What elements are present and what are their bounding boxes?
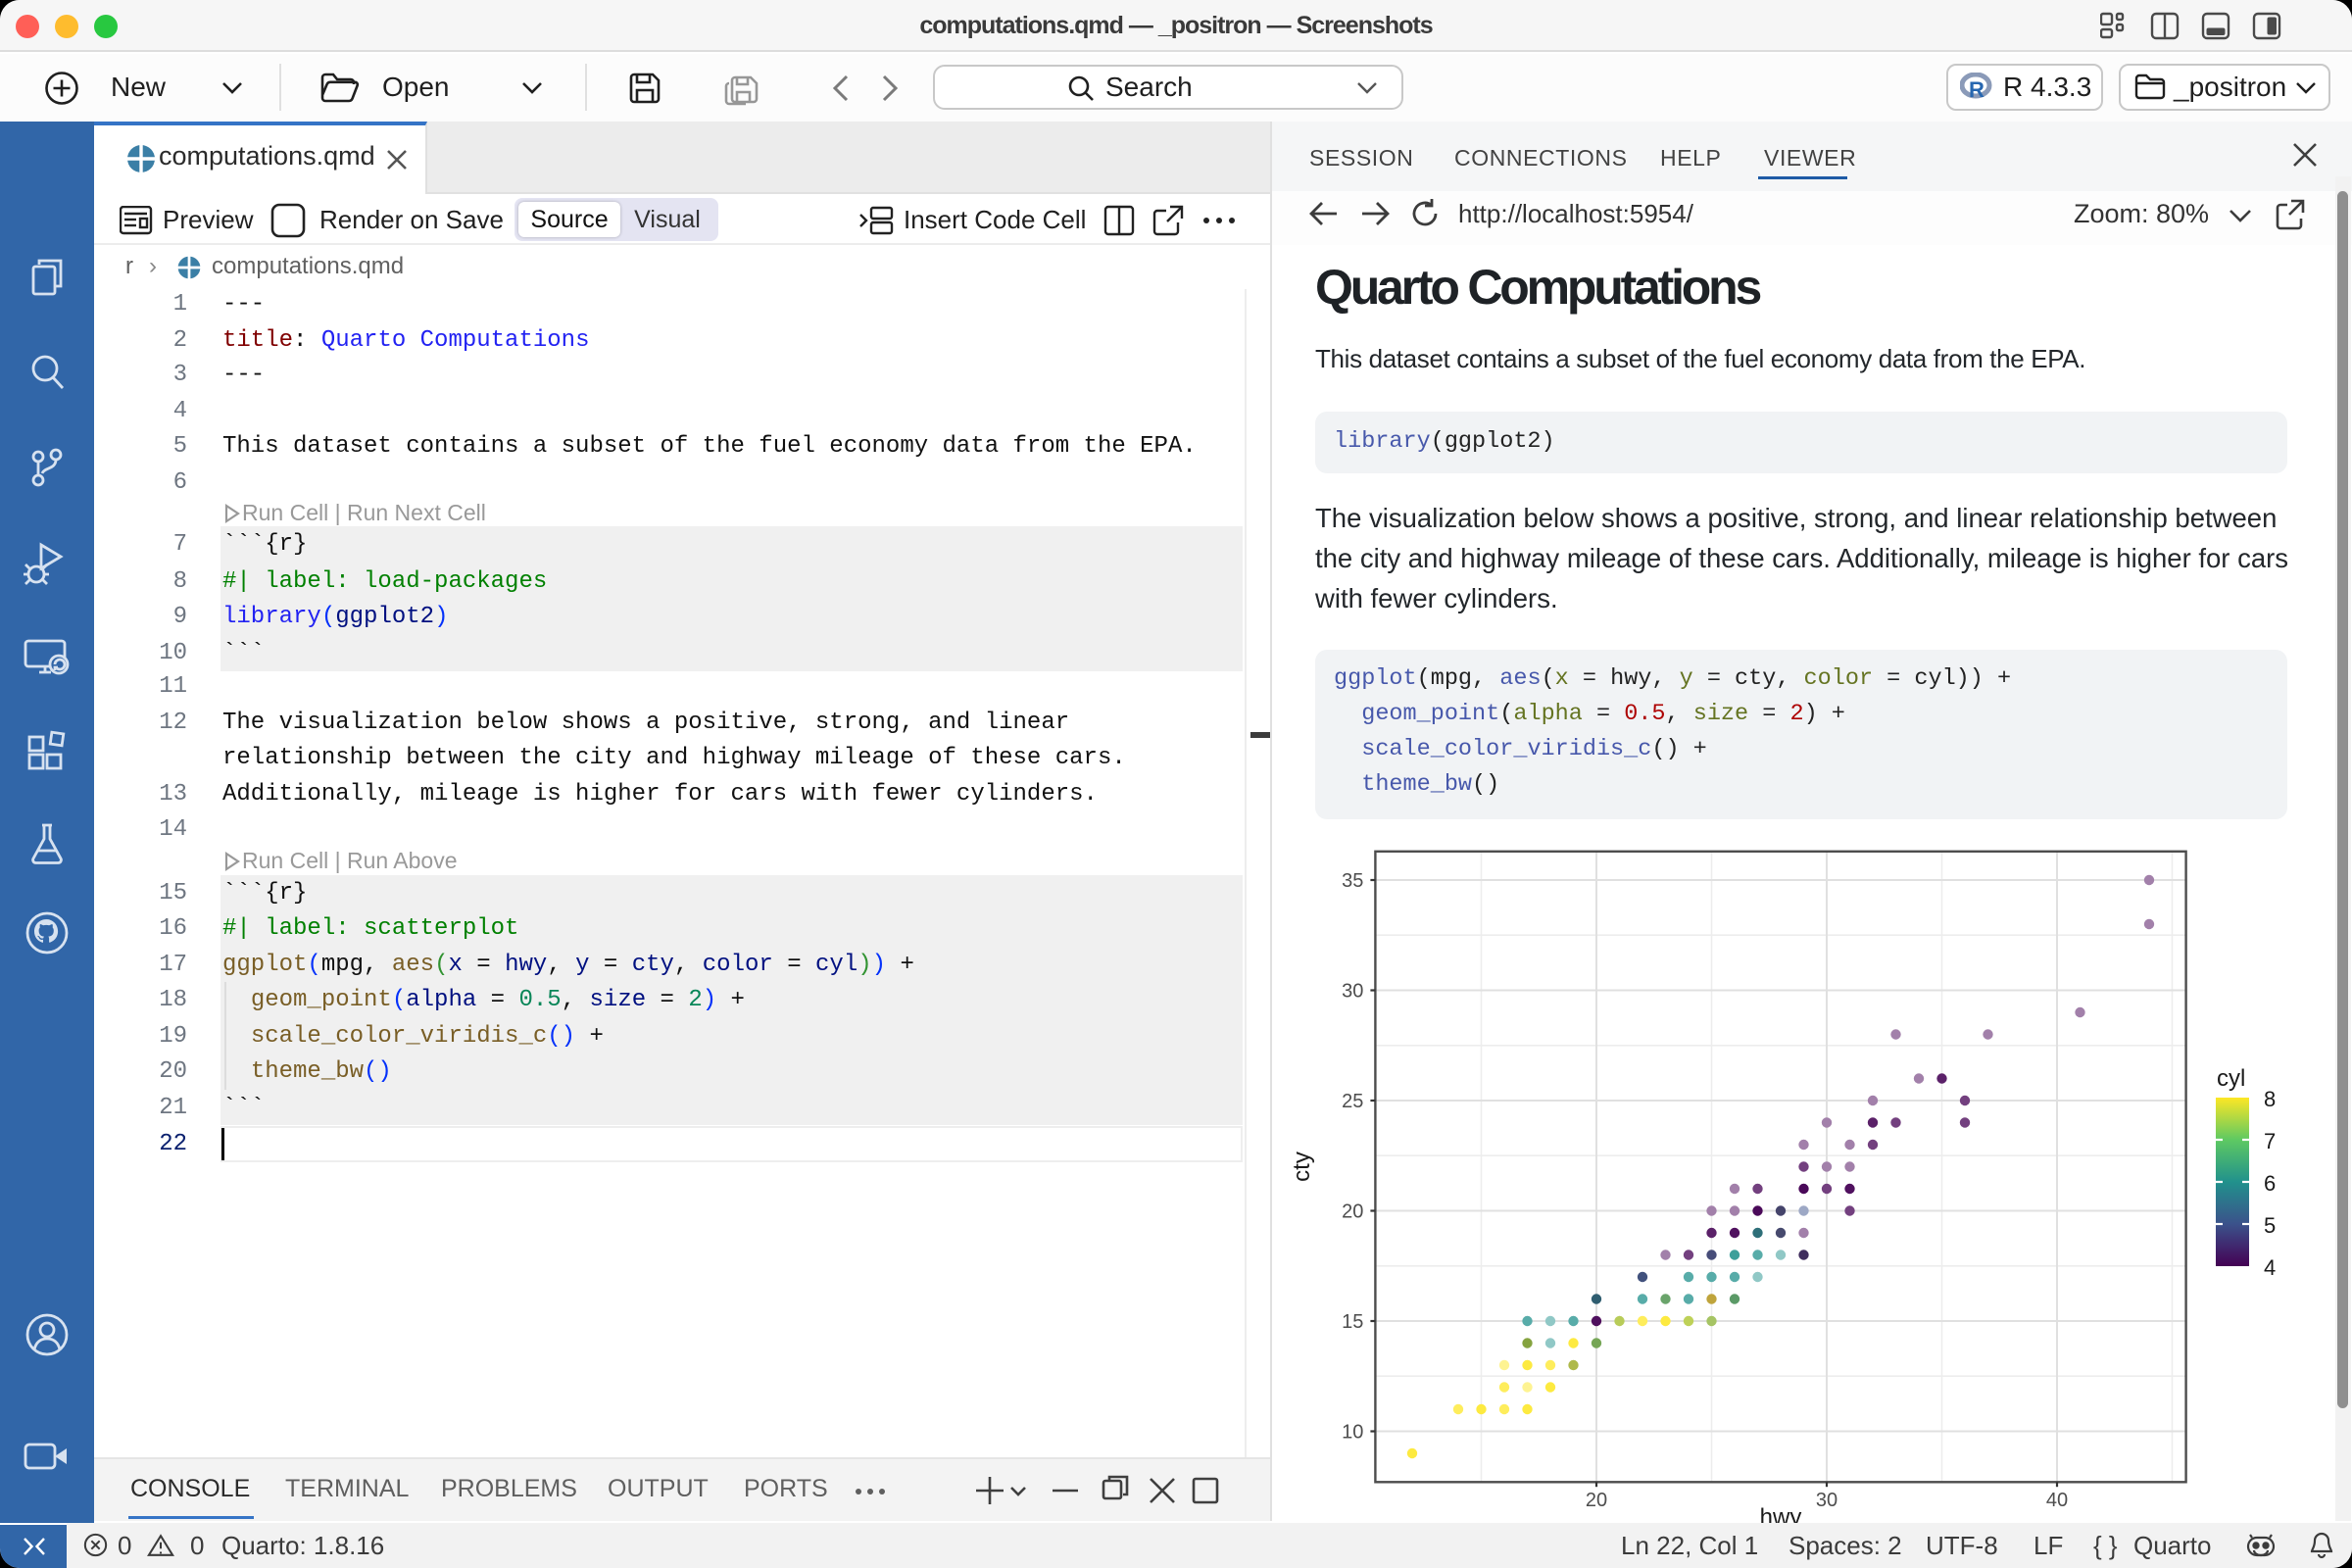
svg-text:20: 20: [1586, 1490, 1607, 1511]
svg-text:7: 7: [2264, 1129, 2276, 1153]
svg-text:4: 4: [2264, 1255, 2276, 1280]
svg-text:10: 10: [1342, 1422, 1363, 1444]
svg-text:6: 6: [2264, 1171, 2276, 1196]
svg-text:5: 5: [2264, 1213, 2276, 1238]
svg-text:25: 25: [1342, 1091, 1363, 1112]
svg-text:R: R: [1969, 77, 1984, 102]
svg-text:cyl: cyl: [2217, 1065, 2245, 1092]
svg-text:20: 20: [1342, 1201, 1363, 1223]
svg-text:30: 30: [1342, 981, 1363, 1003]
svg-text:30: 30: [1816, 1490, 1838, 1511]
svg-text:cty: cty: [1289, 1152, 1315, 1182]
svg-text:15: 15: [1342, 1311, 1363, 1333]
svg-text:40: 40: [2046, 1490, 2068, 1511]
svg-text:8: 8: [2264, 1087, 2276, 1111]
svg-text:35: 35: [1342, 870, 1363, 892]
